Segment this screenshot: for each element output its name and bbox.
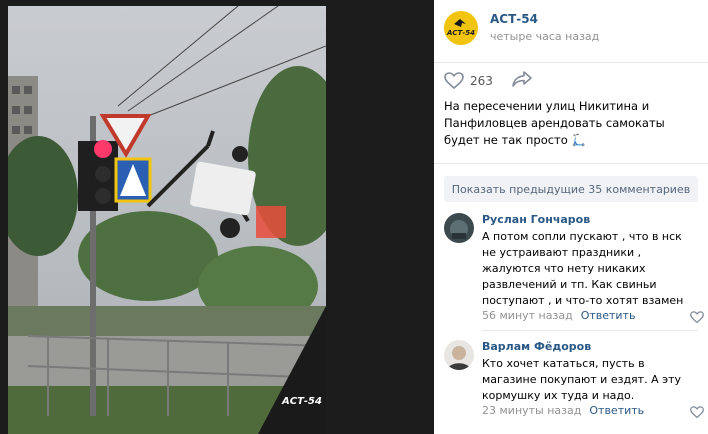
post-text: На пересечении улиц Никитина и Панфиловц… bbox=[444, 99, 665, 147]
reply-button[interactable]: Ответить bbox=[589, 404, 644, 417]
heart-icon bbox=[444, 72, 464, 90]
post-actions: 263 bbox=[444, 70, 533, 92]
comment-text: А потом сопли пускают , что в нск не уст… bbox=[482, 230, 684, 307]
author-name[interactable]: АСТ-54 bbox=[490, 12, 538, 26]
reply-button[interactable]: Ответить bbox=[581, 309, 636, 322]
heart-icon bbox=[690, 311, 704, 324]
comment-avatar[interactable] bbox=[444, 213, 474, 243]
comment-time[interactable]: 56 минут назад bbox=[482, 309, 573, 322]
comment-avatar[interactable] bbox=[444, 340, 474, 370]
comment-divider bbox=[482, 330, 698, 331]
logo-text: АСТ-54 bbox=[446, 29, 475, 37]
photo-watermark: АСТ-54 bbox=[282, 396, 322, 407]
comment-item: Руслан Гончаров А потом сопли пускают , … bbox=[444, 213, 704, 325]
post-time[interactable]: четыре часа назад bbox=[490, 30, 599, 43]
divider bbox=[434, 163, 708, 164]
share-button[interactable] bbox=[511, 70, 533, 92]
comment-meta: 23 минуты назад Ответить bbox=[482, 404, 644, 417]
comment-like-button[interactable] bbox=[690, 404, 704, 423]
like-count: 263 bbox=[470, 74, 493, 88]
comment-author[interactable]: Руслан Гончаров bbox=[482, 213, 590, 226]
share-arrow-icon bbox=[512, 71, 532, 87]
post-photo[interactable] bbox=[8, 6, 326, 434]
post-side-panel: АСТ-54 АСТ-54 четыре часа назад 263 На п… bbox=[434, 0, 708, 434]
street-photo-image bbox=[8, 6, 326, 434]
post-author-header: АСТ-54 АСТ-54 четыре часа назад bbox=[434, 0, 708, 63]
user-avatar-icon bbox=[444, 213, 474, 243]
show-previous-comments-button[interactable]: Показать предыдущие 35 комментариев bbox=[444, 176, 698, 202]
user-avatar-icon bbox=[444, 340, 474, 370]
photo-area[interactable]: АСТ-54 bbox=[0, 0, 434, 434]
comment-author[interactable]: Варлам Фёдоров bbox=[482, 340, 591, 353]
comment-item: Варлам Фёдоров Кто хочет кататься, пусть… bbox=[444, 340, 704, 420]
comment-like-button[interactable] bbox=[690, 309, 704, 328]
comment-time[interactable]: 23 минуты назад bbox=[482, 404, 581, 417]
author-avatar[interactable]: АСТ-54 bbox=[444, 11, 478, 45]
like-button[interactable]: 263 bbox=[444, 72, 493, 90]
heart-icon bbox=[690, 406, 704, 419]
ast54-logo-icon: АСТ-54 bbox=[444, 11, 478, 45]
comment-meta: 56 минут назад Ответить bbox=[482, 309, 635, 322]
comment-text: Кто хочет кататься, пусть в магазине пок… bbox=[482, 357, 682, 402]
post-viewer: АСТ-54 АСТ-54 АСТ-54 четыре часа назад 2… bbox=[0, 0, 708, 434]
